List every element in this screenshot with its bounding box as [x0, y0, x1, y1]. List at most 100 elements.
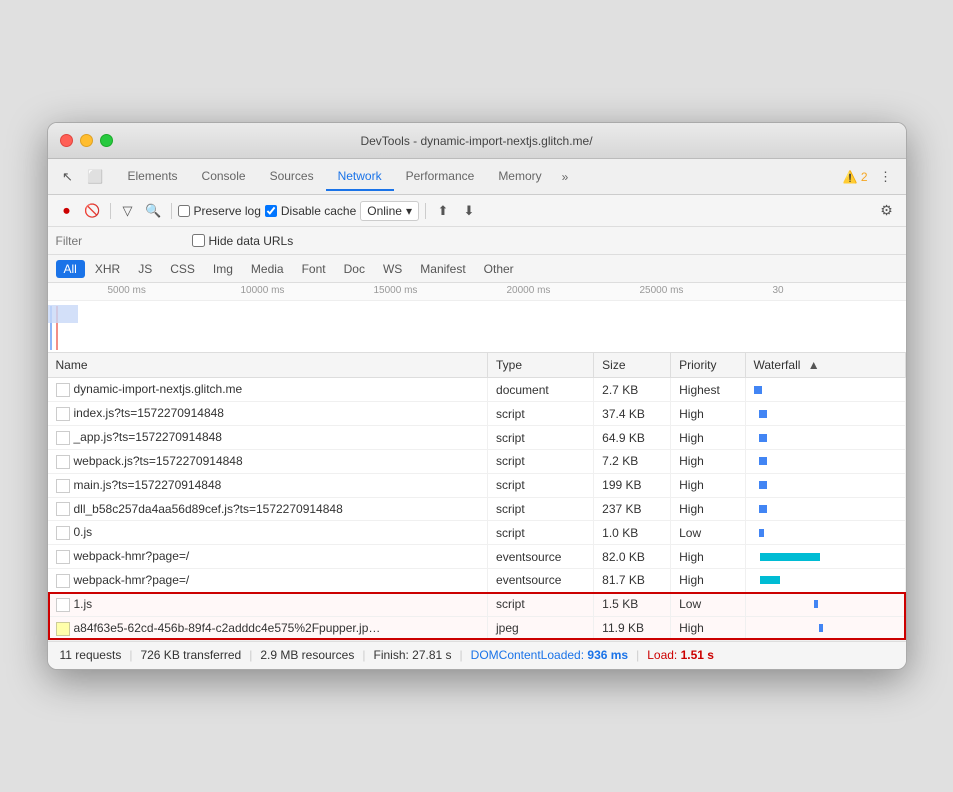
cell-type: jpeg: [488, 616, 594, 640]
minimize-button[interactable]: [80, 134, 93, 147]
ruler-mark-4: 20000 ms: [507, 283, 640, 296]
cell-waterfall: [745, 378, 905, 402]
waterfall-bar: [760, 576, 780, 584]
ruler-mark-3: 15000 ms: [374, 283, 507, 296]
cell-waterfall: [745, 449, 905, 473]
tab-more[interactable]: »: [554, 164, 577, 190]
type-filter-all[interactable]: All: [56, 260, 85, 278]
cell-name: dynamic-import-nextjs.glitch.me: [48, 378, 488, 402]
header-priority[interactable]: Priority: [671, 353, 745, 378]
table-row[interactable]: a84f63e5-62cd-456b-89f4-c2adddc4e575%2Fp…: [48, 616, 906, 640]
filter-bar: Hide data URLs: [48, 227, 906, 255]
devtools-menu-icon[interactable]: ⋮: [874, 165, 898, 189]
upload-buttons: ⬆ ⬇: [432, 200, 480, 222]
cell-name: main.js?ts=1572270914848: [48, 473, 488, 497]
preserve-log-checkbox[interactable]: [178, 205, 190, 217]
table-row[interactable]: dynamic-import-nextjs.glitch.medocument2…: [48, 378, 906, 402]
devtools-icons: ↖ ⬜: [56, 165, 108, 189]
type-filter-xhr[interactable]: XHR: [87, 260, 128, 278]
tab-sources[interactable]: Sources: [258, 163, 326, 191]
type-filter-other[interactable]: Other: [476, 260, 522, 278]
tab-memory[interactable]: Memory: [486, 163, 553, 191]
cell-priority: High: [671, 545, 745, 569]
table-row[interactable]: _app.js?ts=1572270914848script64.9 KBHig…: [48, 426, 906, 450]
cell-size: 7.2 KB: [594, 449, 671, 473]
table-row[interactable]: webpack-hmr?page=/eventsource82.0 KBHigh: [48, 545, 906, 569]
devtools-window: DevTools - dynamic-import-nextjs.glitch.…: [47, 122, 907, 669]
type-filter-manifest[interactable]: Manifest: [412, 260, 473, 278]
cell-name: 0.js: [48, 521, 488, 545]
table-row[interactable]: dll_b58c257da4aa56d89cef.js?ts=157227091…: [48, 497, 906, 521]
maximize-button[interactable]: [100, 134, 113, 147]
type-filter-js[interactable]: JS: [130, 260, 160, 278]
table-row[interactable]: index.js?ts=1572270914848script37.4 KBHi…: [48, 402, 906, 426]
table-row[interactable]: webpack.js?ts=1572270914848script7.2 KBH…: [48, 449, 906, 473]
header-size[interactable]: Size: [594, 353, 671, 378]
type-filter-ws[interactable]: WS: [375, 260, 410, 278]
window-title: DevTools - dynamic-import-nextjs.glitch.…: [360, 134, 592, 148]
cell-size: 237 KB: [594, 497, 671, 521]
sort-arrow-icon: ▲: [808, 358, 820, 372]
settings-icon[interactable]: ⚙: [876, 200, 898, 222]
table-header-row: Name Type Size Priority Waterfall ▲: [48, 353, 906, 378]
header-waterfall[interactable]: Waterfall ▲: [745, 353, 905, 378]
cell-type: script: [488, 521, 594, 545]
tab-elements[interactable]: Elements: [116, 163, 190, 191]
close-button[interactable]: [60, 134, 73, 147]
table-row[interactable]: 0.jsscript1.0 KBLow: [48, 521, 906, 545]
waterfall-bar-container: [754, 573, 894, 587]
header-type[interactable]: Type: [488, 353, 594, 378]
cell-waterfall: [745, 521, 905, 545]
tab-console[interactable]: Console: [190, 163, 258, 191]
cell-name: _app.js?ts=1572270914848: [48, 426, 488, 450]
cell-name: webpack-hmr?page=/: [48, 569, 488, 593]
tab-network[interactable]: Network: [326, 163, 394, 191]
cell-size: 81.7 KB: [594, 569, 671, 593]
waterfall-bar-container: [754, 407, 894, 421]
cell-size: 199 KB: [594, 473, 671, 497]
table-row[interactable]: main.js?ts=1572270914848script199 KBHigh: [48, 473, 906, 497]
table-row[interactable]: 1.jsscript1.5 KBLow: [48, 592, 906, 616]
download-icon[interactable]: ⬇: [458, 200, 480, 222]
warning-icon: ⚠️: [843, 170, 858, 184]
waterfall-bar: [759, 434, 767, 442]
image-file-icon: [56, 622, 70, 636]
filter-input[interactable]: [56, 234, 176, 248]
filter-icon[interactable]: ▽: [117, 200, 139, 222]
warning-badge[interactable]: ⚠️ 2: [843, 170, 868, 184]
waterfall-bar: [759, 529, 764, 537]
type-filter-doc[interactable]: Doc: [336, 260, 373, 278]
type-filter-css[interactable]: CSS: [162, 260, 203, 278]
clear-button[interactable]: 🚫: [82, 200, 104, 222]
doc-file-icon: [56, 431, 70, 445]
disable-cache-label: Disable cache: [281, 204, 356, 218]
table-row[interactable]: webpack-hmr?page=/eventsource81.7 KBHigh: [48, 569, 906, 593]
waterfall-bar: [759, 481, 767, 489]
type-filter-font[interactable]: Font: [294, 260, 334, 278]
cell-name: webpack.js?ts=1572270914848: [48, 449, 488, 473]
tab-performance[interactable]: Performance: [394, 163, 487, 191]
cell-waterfall: [745, 592, 905, 616]
cell-type: eventsource: [488, 569, 594, 593]
type-filter-img[interactable]: Img: [205, 260, 241, 278]
header-name[interactable]: Name: [48, 353, 488, 378]
table-scroll[interactable]: Name Type Size Priority Waterfall ▲ dyna…: [48, 353, 906, 640]
cell-type: script: [488, 402, 594, 426]
ruler-mark-5: 25000 ms: [640, 283, 773, 296]
disable-cache-checkbox[interactable]: [265, 205, 277, 217]
record-button[interactable]: ⏺: [56, 200, 78, 222]
dom-loaded-time: 936 ms: [587, 648, 628, 662]
timeline-content: [48, 301, 906, 353]
resources-size: 2.9 MB resources: [260, 648, 354, 662]
cell-type: document: [488, 378, 594, 402]
device-icon[interactable]: ⬜: [84, 165, 108, 189]
cell-size: 64.9 KB: [594, 426, 671, 450]
upload-icon[interactable]: ⬆: [432, 200, 454, 222]
online-select[interactable]: Online ▾: [360, 201, 419, 221]
hide-urls-checkbox[interactable]: [192, 234, 205, 247]
cursor-icon[interactable]: ↖: [56, 165, 80, 189]
type-filter-media[interactable]: Media: [243, 260, 292, 278]
waterfall-bar-container: [754, 478, 894, 492]
cell-type: script: [488, 473, 594, 497]
search-icon[interactable]: 🔍: [143, 200, 165, 222]
